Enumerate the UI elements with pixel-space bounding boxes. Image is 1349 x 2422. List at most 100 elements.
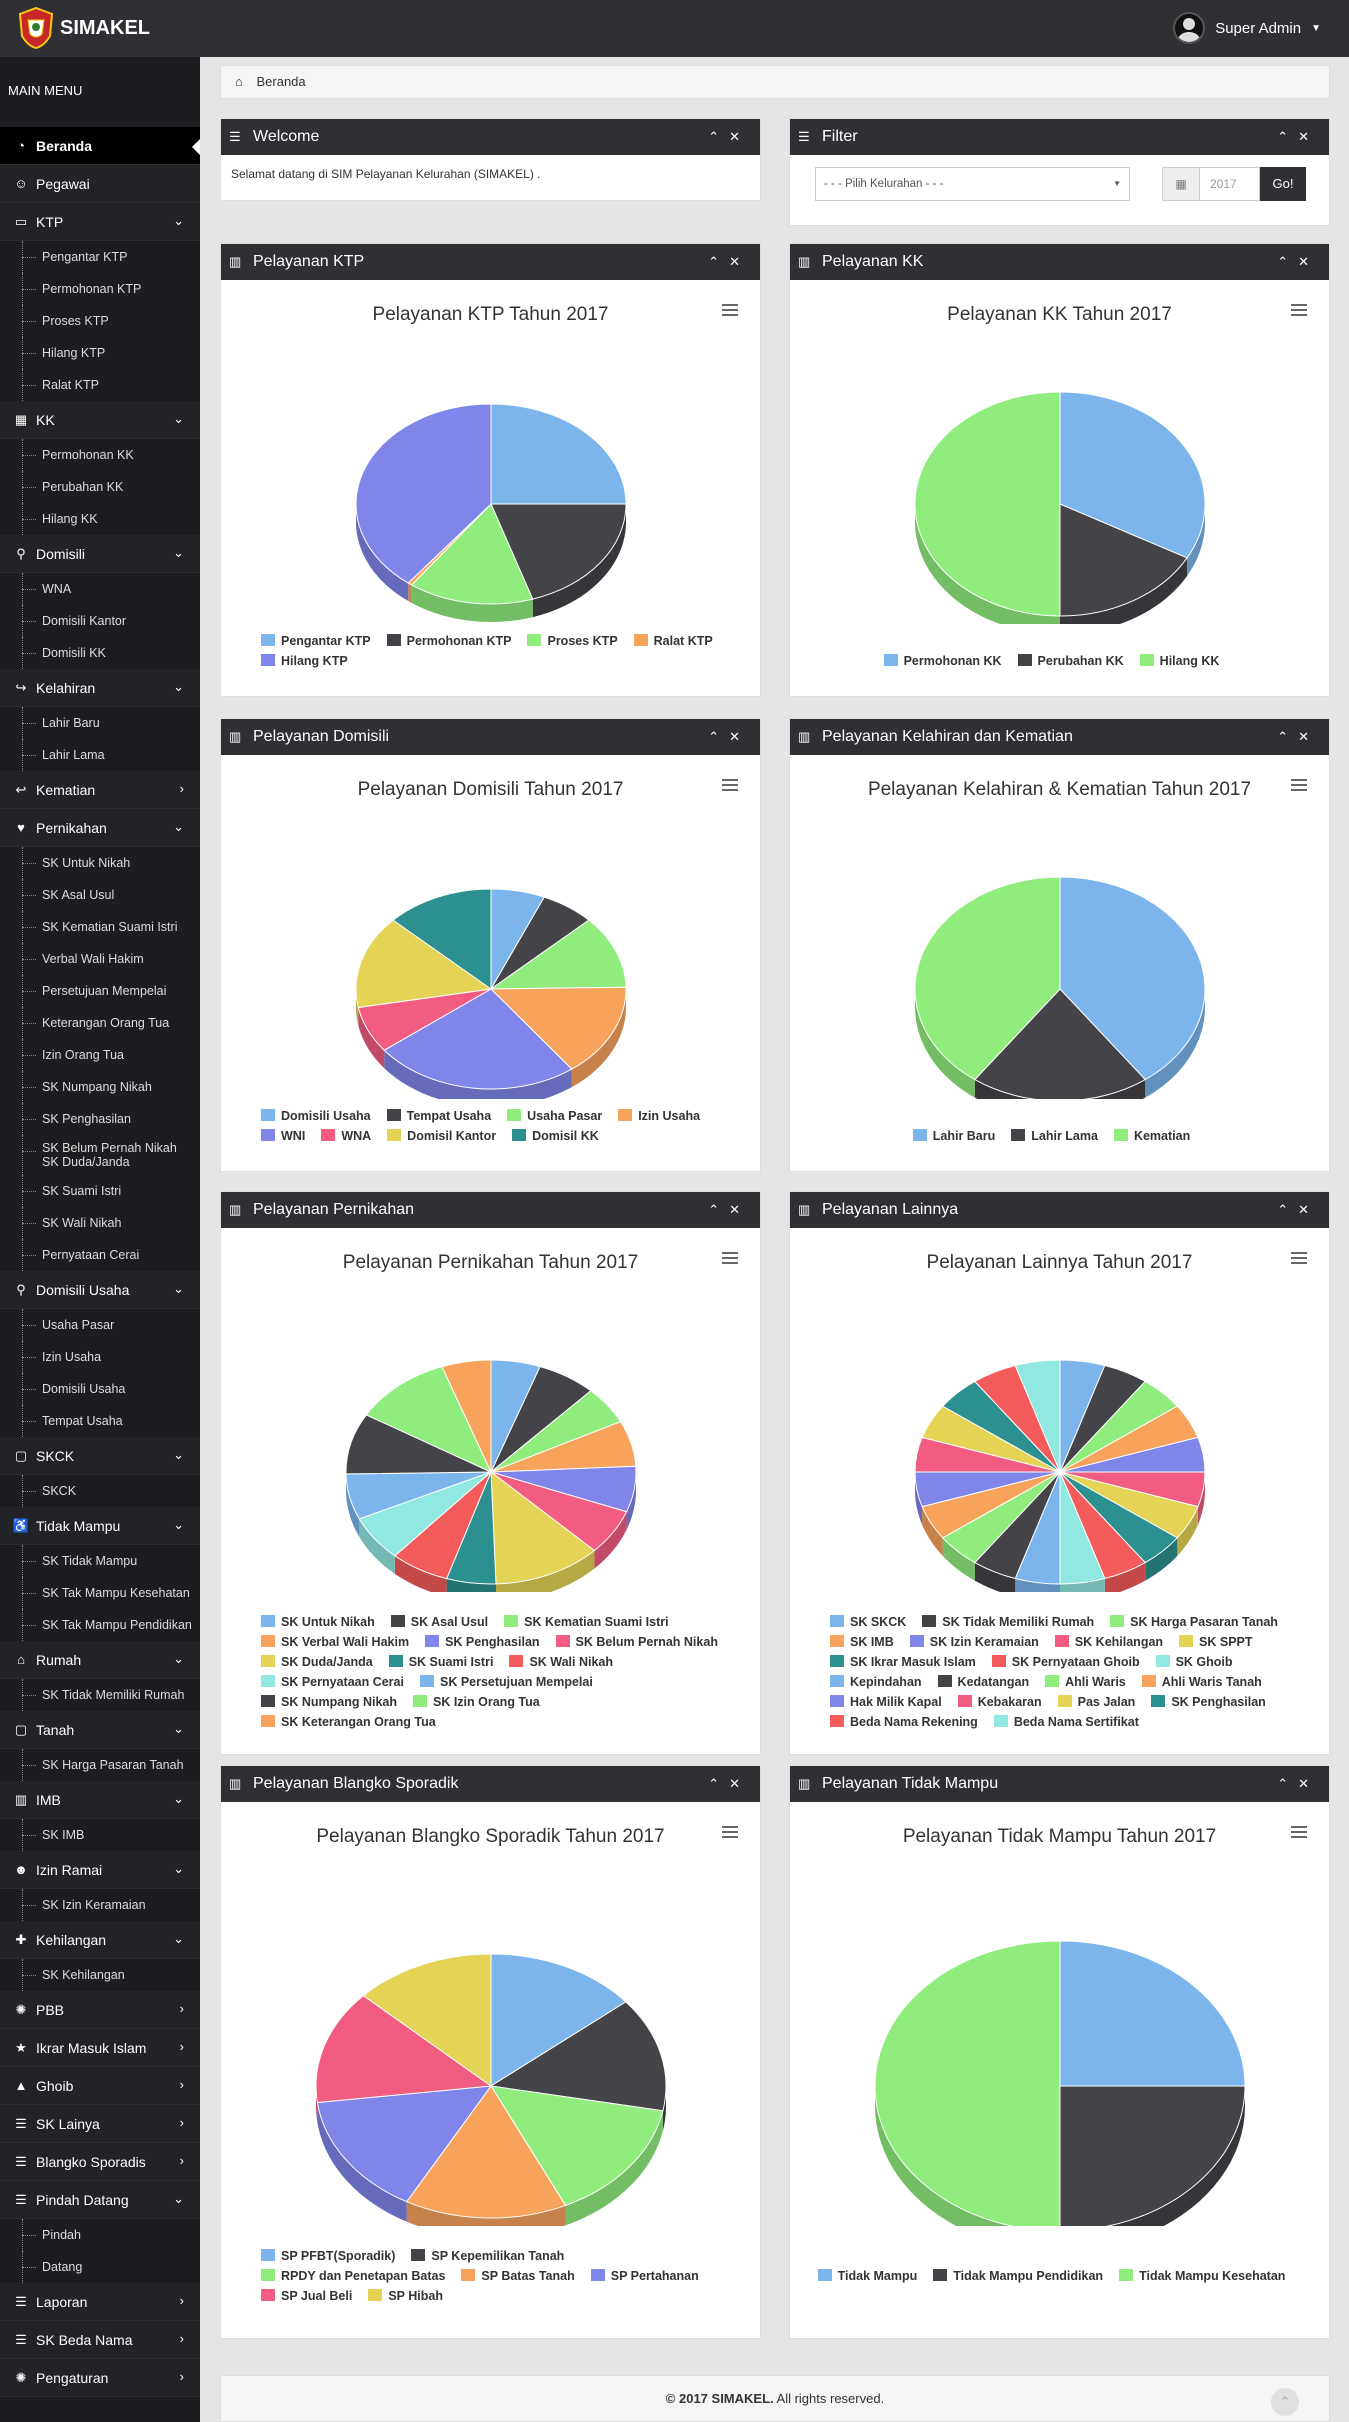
- legend-item[interactable]: SK Ghoib: [1155, 1652, 1233, 1672]
- sidebar-item-sk-lainya[interactable]: ☰ SK Lainya ›: [0, 2105, 200, 2143]
- sidebar-item-tidak-mampu[interactable]: ♿ Tidak Mampu ⌄: [0, 1507, 200, 1545]
- legend-item[interactable]: Kebakaran: [957, 1692, 1042, 1712]
- legend-item[interactable]: SK SPPT: [1179, 1632, 1253, 1652]
- sidebar-subitem-sk-harga-pasaran-tanah[interactable]: SK Harga Pasaran Tanah: [0, 1749, 200, 1781]
- sidebar-subitem-sk-tidak-mampu[interactable]: SK Tidak Mampu: [0, 1545, 200, 1577]
- close-icon[interactable]: ✕: [729, 729, 750, 744]
- sidebar-item-blangko-sporadis[interactable]: ☰ Blangko Sporadis ›: [0, 2143, 200, 2181]
- pie-slice-tidak-mampu-kesehatan[interactable]: [874, 1940, 1061, 2226]
- legend-item[interactable]: SK Pernyataan Cerai: [261, 1672, 404, 1692]
- sidebar-subitem-lahir-lama[interactable]: Lahir Lama: [0, 739, 200, 771]
- collapse-icon[interactable]: ⌃: [708, 1776, 729, 1791]
- sidebar-subitem-sk-kematian-suami-istri[interactable]: SK Kematian Suami Istri: [0, 911, 200, 943]
- sidebar-subitem-domisili-kantor[interactable]: Domisili Kantor: [0, 605, 200, 637]
- legend-item[interactable]: SK Belum Pernah Nikah: [555, 1632, 718, 1652]
- sidebar-subitem-persetujuan-mempelai[interactable]: Persetujuan Mempelai: [0, 975, 200, 1007]
- sidebar-item-pegawai[interactable]: ☺ Pegawai: [0, 165, 200, 203]
- legend-item[interactable]: Proses KTP: [527, 631, 618, 651]
- legend-item[interactable]: Beda Nama Rekening: [830, 1712, 978, 1732]
- collapse-icon[interactable]: ⌃: [708, 729, 729, 744]
- collapse-icon[interactable]: ⌃: [1277, 1776, 1298, 1791]
- legend-item[interactable]: SK Duda/Janda: [261, 1652, 373, 1672]
- legend-item[interactable]: SK Numpang Nikah: [261, 1692, 397, 1712]
- sidebar-item-tanah[interactable]: ▢ Tanah ⌄: [0, 1711, 200, 1749]
- legend-item[interactable]: Izin Usaha: [618, 1106, 700, 1126]
- scroll-top-button[interactable]: ⌃: [1271, 2388, 1299, 2416]
- sidebar-subitem-verbal-wali-hakim[interactable]: Verbal Wali Hakim: [0, 943, 200, 975]
- sidebar-subitem-sk-penghasilan[interactable]: SK Penghasilan: [0, 1103, 200, 1135]
- legend-item[interactable]: Tidak Mampu Kesehatan: [1119, 2266, 1285, 2286]
- legend-item[interactable]: SK Penghasilan: [425, 1632, 540, 1652]
- legend-item[interactable]: WNA: [321, 1126, 371, 1146]
- collapse-icon[interactable]: ⌃: [708, 254, 729, 269]
- collapse-icon[interactable]: ⌃: [1277, 129, 1298, 144]
- sidebar-subitem-skck[interactable]: SKCK: [0, 1475, 200, 1507]
- sidebar-item-skck[interactable]: ▢ SKCK ⌄: [0, 1437, 200, 1475]
- sidebar-subitem-permohonan-kk[interactable]: Permohonan KK: [0, 439, 200, 471]
- sidebar-subitem-lahir-baru[interactable]: Lahir Baru: [0, 707, 200, 739]
- collapse-icon[interactable]: ⌃: [1277, 254, 1298, 269]
- sidebar-item-izin-ramai[interactable]: ☻ Izin Ramai ⌄: [0, 1851, 200, 1889]
- collapse-icon[interactable]: ⌃: [708, 129, 729, 144]
- legend-item[interactable]: Hilang KK: [1139, 651, 1219, 671]
- sidebar-subitem-hilang-kk[interactable]: Hilang KK: [0, 503, 200, 535]
- sidebar-subitem-sk-tak-mampu-pendidikan[interactable]: SK Tak Mampu Pendidikan: [0, 1609, 200, 1641]
- sidebar-item-ghoib[interactable]: ▲ Ghoib ›: [0, 2067, 200, 2105]
- app-brand[interactable]: SIMAKEL: [60, 17, 150, 40]
- sidebar-subitem-ralat-ktp[interactable]: Ralat KTP: [0, 369, 200, 401]
- legend-item[interactable]: Ahli Waris Tanah: [1141, 1672, 1262, 1692]
- legend-item[interactable]: SK Kehilangan: [1054, 1632, 1163, 1652]
- close-icon[interactable]: ✕: [1298, 729, 1319, 744]
- sidebar-item-pbb[interactable]: ✺ PBB ›: [0, 1991, 200, 2029]
- sidebar-subitem-sk-suami-istri[interactable]: SK Suami Istri: [0, 1175, 200, 1207]
- legend-item[interactable]: Permohonan KTP: [386, 631, 511, 651]
- sidebar-subitem-pengantar-ktp[interactable]: Pengantar KTP: [0, 241, 200, 273]
- sidebar-subitem-hilang-ktp[interactable]: Hilang KTP: [0, 337, 200, 369]
- legend-item[interactable]: SK Persetujuan Mempelai: [419, 1672, 593, 1692]
- sidebar-item-ikrar-masuk-islam[interactable]: ★ Ikrar Masuk Islam ›: [0, 2029, 200, 2067]
- legend-item[interactable]: Perubahan KK: [1017, 651, 1124, 671]
- legend-item[interactable]: SK Wali Nikah: [509, 1652, 613, 1672]
- sidebar-subitem-sk-izin-keramaian[interactable]: SK Izin Keramaian: [0, 1889, 200, 1921]
- sidebar-item-beranda[interactable]: ◔ Beranda: [0, 127, 200, 165]
- collapse-icon[interactable]: ⌃: [1277, 729, 1298, 744]
- sidebar-subitem-sk-belum-pernah-nikah-sk-duda-janda[interactable]: SK Belum Pernah Nikah SK Duda/Janda: [0, 1135, 200, 1175]
- legend-item[interactable]: SP Jual Beli: [261, 2286, 352, 2306]
- sidebar-item-laporan[interactable]: ☰ Laporan ›: [0, 2283, 200, 2321]
- sidebar-subitem-sk-untuk-nikah[interactable]: SK Untuk Nikah: [0, 847, 200, 879]
- caret-down-icon[interactable]: ▼: [1311, 23, 1321, 34]
- sidebar-subitem-keterangan-orang-tua[interactable]: Keterangan Orang Tua: [0, 1007, 200, 1039]
- pie-slice-tidak-mampu-pendidikan[interactable]: [1059, 2085, 1246, 2226]
- sidebar-item-rumah[interactable]: ⌂ Rumah ⌄: [0, 1641, 200, 1679]
- legend-item[interactable]: SK Kematian Suami Istri: [504, 1612, 669, 1632]
- legend-item[interactable]: Ralat KTP: [633, 631, 713, 651]
- sidebar-subitem-perubahan-kk[interactable]: Perubahan KK: [0, 471, 200, 503]
- pie-slice-pengantar-ktp[interactable]: [490, 403, 627, 505]
- logo-emblem[interactable]: [14, 6, 58, 50]
- sidebar-subitem-sk-kehilangan[interactable]: SK Kehilangan: [0, 1959, 200, 1991]
- close-icon[interactable]: ✕: [729, 1776, 750, 1791]
- legend-item[interactable]: Permohonan KK: [883, 651, 1002, 671]
- kelurahan-select[interactable]: - - - Pilih Kelurahan - - - ▼: [815, 167, 1130, 201]
- close-icon[interactable]: ✕: [1298, 1202, 1319, 1217]
- sidebar-subitem-permohonan-ktp[interactable]: Permohonan KTP: [0, 273, 200, 305]
- sidebar-item-kehilangan[interactable]: ✚ Kehilangan ⌄: [0, 1921, 200, 1959]
- sidebar-subitem-proses-ktp[interactable]: Proses KTP: [0, 305, 200, 337]
- legend-item[interactable]: Hak Milik Kapal: [830, 1692, 942, 1712]
- sidebar-subitem-pindah[interactable]: Pindah: [0, 2219, 200, 2251]
- pie-slice-hilang-kk[interactable]: [914, 391, 1061, 617]
- legend-item[interactable]: Lahir Lama: [1011, 1126, 1098, 1146]
- sidebar-item-kematian[interactable]: ↩ Kematian ›: [0, 771, 200, 809]
- sidebar-item-domisili-usaha[interactable]: ⚲ Domisili Usaha ⌄: [0, 1271, 200, 1309]
- legend-item[interactable]: Tempat Usaha: [386, 1106, 491, 1126]
- legend-item[interactable]: SK Izin Orang Tua: [413, 1692, 540, 1712]
- sidebar-subitem-tempat-usaha[interactable]: Tempat Usaha: [0, 1405, 200, 1437]
- sidebar-subitem-usaha-pasar[interactable]: Usaha Pasar: [0, 1309, 200, 1341]
- sidebar-subitem-izin-usaha[interactable]: Izin Usaha: [0, 1341, 200, 1373]
- collapse-icon[interactable]: ⌃: [708, 1202, 729, 1217]
- sidebar-item-ktp[interactable]: ▭ KTP ⌄: [0, 203, 200, 241]
- legend-item[interactable]: SK Asal Usul: [390, 1612, 488, 1632]
- legend-item[interactable]: SP Pertahanan: [590, 2266, 699, 2286]
- sidebar-subitem-pernyataan-cerai[interactable]: Pernyataan Cerai: [0, 1239, 200, 1271]
- sidebar-item-sk-beda-nama[interactable]: ☰ SK Beda Nama ›: [0, 2321, 200, 2359]
